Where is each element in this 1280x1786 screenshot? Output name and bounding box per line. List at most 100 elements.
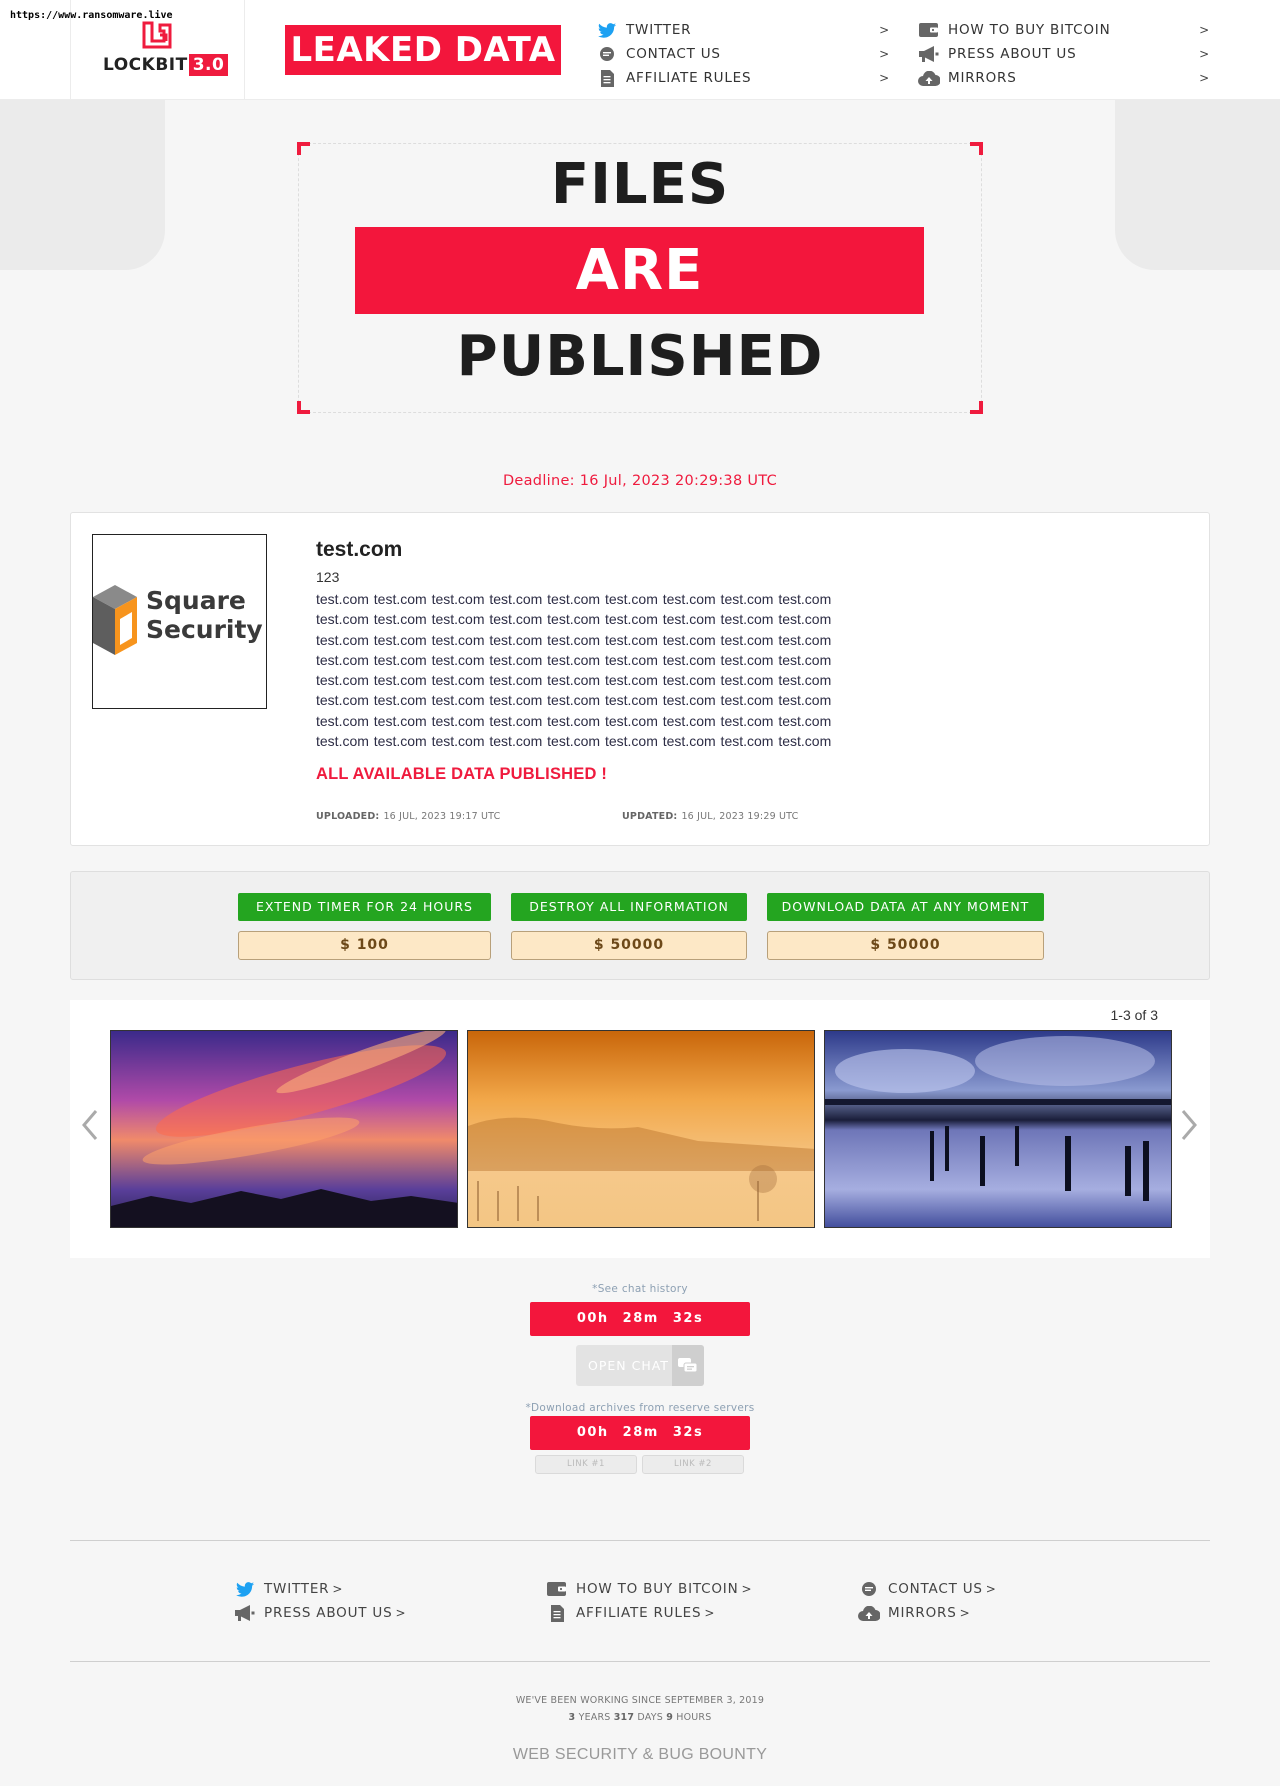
footer-affiliate-link[interactable]: AFFILIATE RULES > (546, 1602, 715, 1624)
footer-tagline[interactable]: WEB SECURITY & BUG BOUNTY (0, 1746, 1280, 1764)
option-extend-timer: EXTEND TIMER FOR 24 HOURS $ 100 (238, 893, 491, 960)
nav-bitcoin-label: HOW TO BUY BITCOIN (948, 22, 1111, 38)
download-data-button[interactable]: DOWNLOAD DATA AT ANY MOMENT (767, 893, 1044, 921)
reserve-link-2-button[interactable]: LINK #2 (642, 1455, 744, 1474)
hero-line-are: ARE (355, 227, 924, 314)
square-security-logo: Square Security (93, 585, 263, 655)
working-duration: 3 YEARS 317 DAYS 9 HOURS (0, 1709, 1280, 1726)
nav-contact-label: CONTACT US (626, 46, 721, 62)
megaphone-icon (234, 1604, 256, 1622)
nav-mirrors[interactable]: MIRRORS > (918, 66, 1210, 90)
download-countdown-timer: 00h 28m 32s (530, 1416, 750, 1450)
lockbit-wordmark: LOCKBIT 3.0 (103, 54, 229, 76)
open-chat-button[interactable]: OPEN CHAT (576, 1345, 704, 1386)
deadline-text: Deadline: 16 Jul, 2023 20:29:38 UTC (502, 473, 778, 489)
footer-affiliate-label: AFFILIATE RULES (576, 1605, 702, 1621)
download-archives-note: *Download archives from reserve servers (525, 1402, 755, 1414)
lockbit-logo-mark (142, 21, 172, 49)
uploaded-value: 16 JUL, 2023 19:17 UTC (383, 811, 501, 822)
victim-post-card: Square Security test.com 123 test.com te… (70, 512, 1210, 846)
decorative-shape-left (0, 100, 165, 270)
days-value: 317 (613, 1712, 635, 1723)
extend-timer-button[interactable]: EXTEND TIMER FOR 24 HOURS (238, 893, 491, 921)
chat-countdown-timer: 00h 28m 32s (530, 1302, 750, 1336)
reserve-link-1-button[interactable]: LINK #1 (535, 1455, 637, 1474)
nav-press-about-us[interactable]: PRESS ABOUT US > (918, 42, 1210, 66)
nav-how-to-buy-bitcoin[interactable]: HOW TO BUY BITCOIN > (918, 18, 1210, 42)
chevron-right-icon: > (985, 1582, 997, 1596)
years-label: YEARS (578, 1712, 611, 1723)
site-header: LOCKBIT 3.0 LEAKED DATA TWITTER > CONTACT… (0, 0, 1280, 100)
chevron-left-icon[interactable] (78, 1105, 102, 1145)
destroy-information-button[interactable]: DESTROY ALL INFORMATION (511, 893, 747, 921)
header-nav-left: TWITTER > CONTACT US > AFFILIATE RULES > (596, 18, 890, 90)
open-chat-label: OPEN CHAT (588, 1358, 669, 1373)
logo-word-1: Square (146, 586, 246, 615)
nav-mirrors-label: MIRRORS (948, 70, 1017, 86)
corner-mark (970, 401, 983, 414)
footer-bitcoin-label: HOW TO BUY BITCOIN (576, 1581, 739, 1597)
source-watermark: https://www.ransomware.live (10, 10, 173, 21)
chevron-right-icon: > (959, 1606, 971, 1620)
extend-timer-price: $ 100 (238, 931, 491, 960)
working-since: WE'VE BEEN WORKING SINCE SEPTEMBER 3, 20… (0, 1692, 1280, 1726)
brand-version: 3.0 (188, 54, 229, 76)
cloud-icon (918, 69, 940, 87)
nav-twitter[interactable]: TWITTER > (596, 18, 890, 42)
footer-mirrors-link[interactable]: MIRRORS > (858, 1602, 970, 1624)
days-label: DAYS (637, 1712, 663, 1723)
chevron-right-icon: > (395, 1606, 407, 1620)
megaphone-icon (918, 45, 940, 63)
option-destroy: DESTROY ALL INFORMATION $ 50000 (511, 893, 747, 960)
ransom-options-panel: EXTEND TIMER FOR 24 HOURS $ 100 DESTROY … (70, 871, 1210, 980)
chevron-right-icon: > (1199, 47, 1210, 61)
download-data-price: $ 50000 (767, 931, 1044, 960)
footer-contact-link[interactable]: CONTACT US > (858, 1578, 997, 1600)
corner-mark (297, 401, 310, 414)
destroy-information-price: $ 50000 (511, 931, 747, 960)
description-line: test.com test.com test.com test.com test… (316, 692, 832, 709)
option-download: DOWNLOAD DATA AT ANY MOMENT $ 50000 (767, 893, 1044, 960)
decorative-shape-right (1115, 100, 1280, 270)
footer-mirrors-label: MIRRORS (888, 1605, 957, 1621)
gallery-count: 1-3 of 3 (1110, 1007, 1158, 1023)
nav-contact-us[interactable]: CONTACT US > (596, 42, 890, 66)
chevron-right-icon: > (741, 1582, 753, 1596)
chat-icon (596, 45, 618, 63)
twitter-icon (596, 21, 618, 39)
chevron-right-icon: > (879, 23, 890, 37)
uploaded-date: UPLOADED: 16 JUL, 2023 19:17 UTC (316, 811, 500, 822)
post-description: test.com test.com test.com test.com test… (316, 589, 876, 751)
nav-affiliate-label: AFFILIATE RULES (626, 70, 752, 86)
footer-twitter-link[interactable]: TWITTER > (234, 1578, 343, 1600)
gallery-image-sunset[interactable] (110, 1030, 458, 1228)
gallery-image-lake[interactable] (824, 1030, 1172, 1228)
leaked-data-badge: LEAKED DATA (285, 25, 561, 75)
hours-value: 9 (666, 1712, 674, 1723)
wallet-icon (918, 21, 940, 39)
footer-press-label: PRESS ABOUT US (264, 1605, 393, 1621)
hours-label: HOURS (676, 1712, 712, 1723)
post-body: test.com 123 test.com test.com test.com … (316, 537, 876, 784)
footer-bitcoin-link[interactable]: HOW TO BUY BITCOIN > (546, 1578, 752, 1600)
gallery-image-foggy-forest[interactable] (467, 1030, 815, 1228)
files-published-banner: FILES ARE PUBLISHED (297, 142, 983, 414)
nav-affiliate-rules[interactable]: AFFILIATE RULES > (596, 66, 890, 90)
description-line: test.com test.com test.com test.com test… (316, 591, 832, 607)
logo-word-2: Security (146, 615, 263, 644)
footer-press-link[interactable]: PRESS ABOUT US > (234, 1602, 406, 1624)
description-line: test.com test.com test.com test.com test… (316, 611, 832, 628)
chevron-right-icon: > (1199, 23, 1210, 37)
description-line: test.com test.com test.com test.com test… (316, 672, 832, 689)
hero-line-published: PUBLISHED (456, 324, 824, 389)
chevron-right-icon[interactable] (1177, 1105, 1201, 1145)
cloud-icon (858, 1604, 880, 1622)
chat-history-note[interactable]: *See chat history (0, 1283, 1280, 1295)
header-nav-right: HOW TO BUY BITCOIN > PRESS ABOUT US > MI… (918, 18, 1210, 90)
post-subtitle: 123 (316, 569, 340, 585)
document-icon (596, 69, 618, 87)
chevron-right-icon: > (704, 1606, 716, 1620)
company-logo: Square Security (92, 534, 267, 709)
chevron-right-icon: > (332, 1582, 344, 1596)
description-line: test.com test.com test.com test.com test… (316, 631, 832, 648)
